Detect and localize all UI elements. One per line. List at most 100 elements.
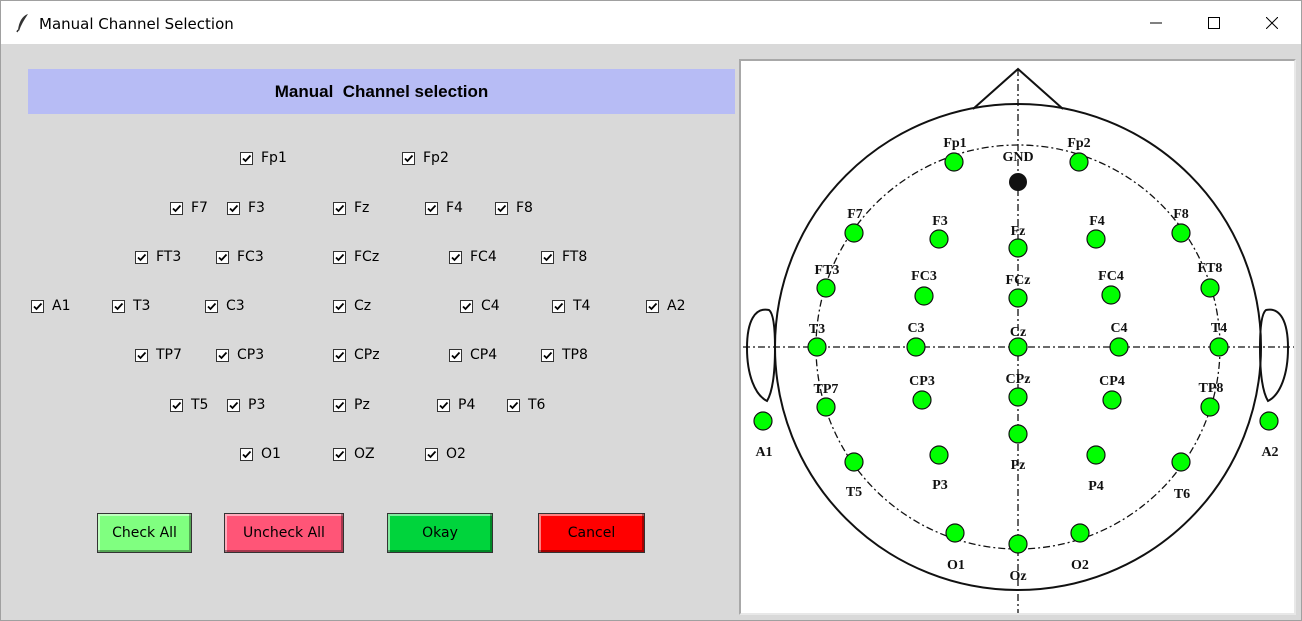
checkbox-box[interactable] — [227, 398, 240, 412]
checkbox-box[interactable] — [402, 151, 415, 165]
channel-checkbox-f3[interactable]: F3 — [227, 199, 265, 217]
checkbox-box[interactable] — [425, 201, 438, 215]
electrode-f7 — [844, 223, 864, 243]
channel-checkbox-fcz[interactable]: FCz — [333, 248, 379, 266]
checkbox-label: T3 — [133, 298, 151, 314]
channel-checkbox-fc4[interactable]: FC4 — [449, 248, 497, 266]
checkbox-box[interactable] — [333, 348, 346, 362]
channel-checkbox-fz[interactable]: Fz — [333, 199, 369, 217]
electrode-map-svg: Fp1 Fp2 F7 F3 Fz F4 F8 FT3 FC3 FCz FC4 FT8 T3 C3 Cz C4 T… — [743, 67, 1294, 613]
checkbox-box[interactable] — [333, 299, 346, 313]
channel-checkbox-f8[interactable]: F8 — [495, 199, 533, 217]
channel-checkbox-cz[interactable]: Cz — [333, 297, 371, 315]
channel-checkbox-a1[interactable]: A1 — [31, 297, 70, 315]
checkbox-box[interactable] — [333, 201, 346, 215]
checkbox-box[interactable] — [541, 250, 554, 264]
checkbox-box[interactable] — [205, 299, 218, 313]
checkbox-box[interactable] — [240, 151, 253, 165]
checkbox-box[interactable] — [31, 299, 44, 313]
electrode-label-tp8: TP8 — [1199, 381, 1224, 396]
channel-checkbox-t4[interactable]: T4 — [552, 297, 590, 315]
checkbox-box[interactable] — [552, 299, 565, 313]
channel-checkbox-o2[interactable]: O2 — [425, 445, 466, 463]
channel-checkbox-c3[interactable]: C3 — [205, 297, 245, 315]
electrode-label-a1: A1 — [755, 445, 772, 460]
channel-checkbox-cp4[interactable]: CP4 — [449, 346, 497, 364]
channel-checkbox-cp3[interactable]: CP3 — [216, 346, 264, 364]
channel-checkbox-fc3[interactable]: FC3 — [216, 248, 264, 266]
channel-checkbox-c4[interactable]: C4 — [460, 297, 500, 315]
channel-checkbox-o1[interactable]: O1 — [240, 445, 281, 463]
electrode-f4 — [1086, 229, 1106, 249]
channel-checkbox-f4[interactable]: F4 — [425, 199, 463, 217]
electrode-tp8 — [1200, 397, 1220, 417]
checkbox-box[interactable] — [333, 398, 346, 412]
okay-button[interactable]: Okay — [387, 513, 493, 553]
electrode-label-fp2: Fp2 — [1067, 136, 1090, 151]
channel-checkbox-tp7[interactable]: TP7 — [135, 346, 182, 364]
channel-checkbox-ft8[interactable]: FT8 — [541, 248, 587, 266]
electrode-label-fp1: Fp1 — [943, 136, 966, 151]
checkbox-box[interactable] — [170, 398, 183, 412]
checkbox-box[interactable] — [135, 348, 148, 362]
channel-checkbox-ft3[interactable]: FT3 — [135, 248, 181, 266]
checkbox-box[interactable] — [425, 447, 438, 461]
checkbox-label: OZ — [354, 446, 375, 462]
electrode-label-fc3: FC3 — [911, 269, 937, 284]
channel-checkbox-fp1[interactable]: Fp1 — [240, 149, 287, 167]
checkbox-label: FT3 — [156, 249, 182, 265]
electrode-fcz — [1008, 288, 1028, 308]
close-button[interactable] — [1243, 1, 1301, 44]
minimize-button[interactable] — [1127, 1, 1185, 44]
channel-checkbox-p3[interactable]: P3 — [227, 396, 265, 414]
channel-checkbox-a2[interactable]: A2 — [646, 297, 685, 315]
electrode-pz — [1008, 424, 1028, 444]
channel-checkbox-p4[interactable]: P4 — [437, 396, 475, 414]
channel-checkbox-cpz[interactable]: CPz — [333, 346, 380, 364]
checkbox-box[interactable] — [227, 201, 240, 215]
electrode-ft3 — [816, 278, 836, 298]
checkbox-label: Fp2 — [423, 150, 449, 166]
checkbox-label: A1 — [52, 298, 71, 314]
manual-channel-selection-window: Manual Channel Selection Manual Channel … — [0, 0, 1302, 621]
channel-checkbox-t3[interactable]: T3 — [112, 297, 150, 315]
electrode-label-t5: T5 — [846, 485, 862, 500]
cancel-button[interactable]: Cancel — [538, 513, 645, 553]
checkbox-box[interactable] — [333, 447, 346, 461]
checkbox-box[interactable] — [507, 398, 520, 412]
checkbox-box[interactable] — [170, 201, 183, 215]
channel-checkbox-t6[interactable]: T6 — [507, 396, 545, 414]
checkbox-label: P4 — [458, 397, 476, 413]
left-ear-outline — [745, 308, 777, 403]
electrode-label-ft8: FT8 — [1198, 261, 1223, 276]
checkbox-box[interactable] — [495, 201, 508, 215]
electrode-label-fc4: FC4 — [1098, 269, 1124, 284]
checkbox-box[interactable] — [240, 447, 253, 461]
checkbox-box[interactable] — [112, 299, 125, 313]
checkbox-label: F4 — [446, 200, 463, 216]
channel-checkbox-tp8[interactable]: TP8 — [541, 346, 588, 364]
maximize-button[interactable] — [1185, 1, 1243, 44]
check-all-button[interactable]: Check All — [97, 513, 192, 553]
checkbox-label: Pz — [354, 397, 370, 413]
channel-checkbox-pz[interactable]: Pz — [333, 396, 370, 414]
checkbox-box[interactable] — [646, 299, 659, 313]
checkbox-box[interactable] — [333, 250, 346, 264]
channel-checkbox-f7[interactable]: F7 — [170, 199, 208, 217]
uncheck-all-button[interactable]: Uncheck All — [224, 513, 344, 553]
checkbox-box[interactable] — [541, 348, 554, 362]
checkbox-box[interactable] — [449, 348, 462, 362]
channel-checkbox-oz[interactable]: OZ — [333, 445, 375, 463]
checkbox-box[interactable] — [437, 398, 450, 412]
checkbox-box[interactable] — [135, 250, 148, 264]
checkbox-box[interactable] — [216, 348, 229, 362]
close-icon — [1266, 16, 1278, 29]
channel-checkbox-t5[interactable]: T5 — [170, 396, 208, 414]
electrode-o2 — [1070, 523, 1090, 543]
electrode-label-ft3: FT3 — [815, 263, 840, 278]
checkbox-box[interactable] — [216, 250, 229, 264]
title-bar: Manual Channel Selection — [1, 1, 1301, 44]
checkbox-box[interactable] — [449, 250, 462, 264]
channel-checkbox-fp2[interactable]: Fp2 — [402, 149, 449, 167]
checkbox-box[interactable] — [460, 299, 473, 313]
